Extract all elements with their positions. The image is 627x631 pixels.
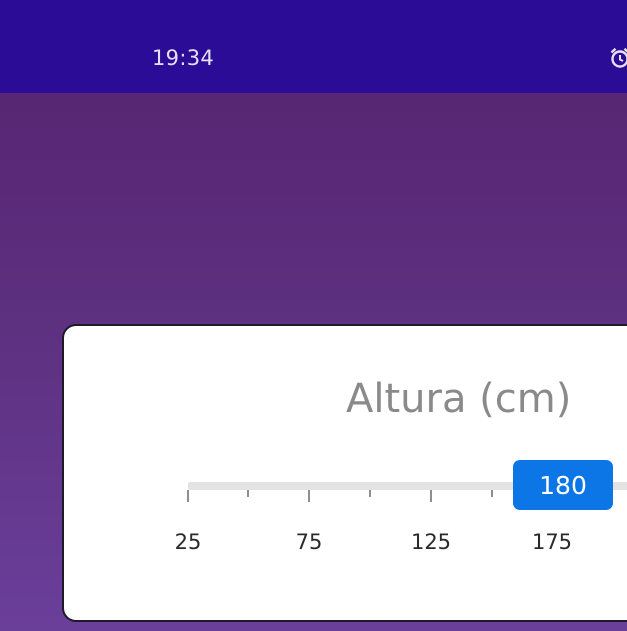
slider-tick	[187, 490, 189, 502]
slider-tick-label: 175	[531, 530, 573, 554]
slider-title: Altura (cm)	[346, 376, 572, 422]
slider-tick	[369, 490, 371, 497]
slider-tick-label: 125	[410, 530, 452, 554]
slider-value: 180	[539, 470, 587, 500]
alarm-icon	[610, 47, 627, 68]
status-bar: 19:34	[0, 0, 627, 93]
slider-tick-label: 25	[174, 530, 202, 554]
slider-tick	[308, 490, 310, 502]
slider-thumb[interactable]: 180	[513, 460, 613, 510]
slider-tick	[491, 490, 493, 497]
status-clock: 19:34	[152, 46, 215, 70]
slider-tick	[430, 490, 432, 502]
slider-tick	[247, 490, 249, 497]
app-screen: 19:34 Altura (cm) 25 75 125 175 180	[0, 0, 627, 631]
slider-tick-label: 75	[295, 530, 323, 554]
height-picker-card: Altura (cm) 25 75 125 175 180	[62, 324, 627, 622]
